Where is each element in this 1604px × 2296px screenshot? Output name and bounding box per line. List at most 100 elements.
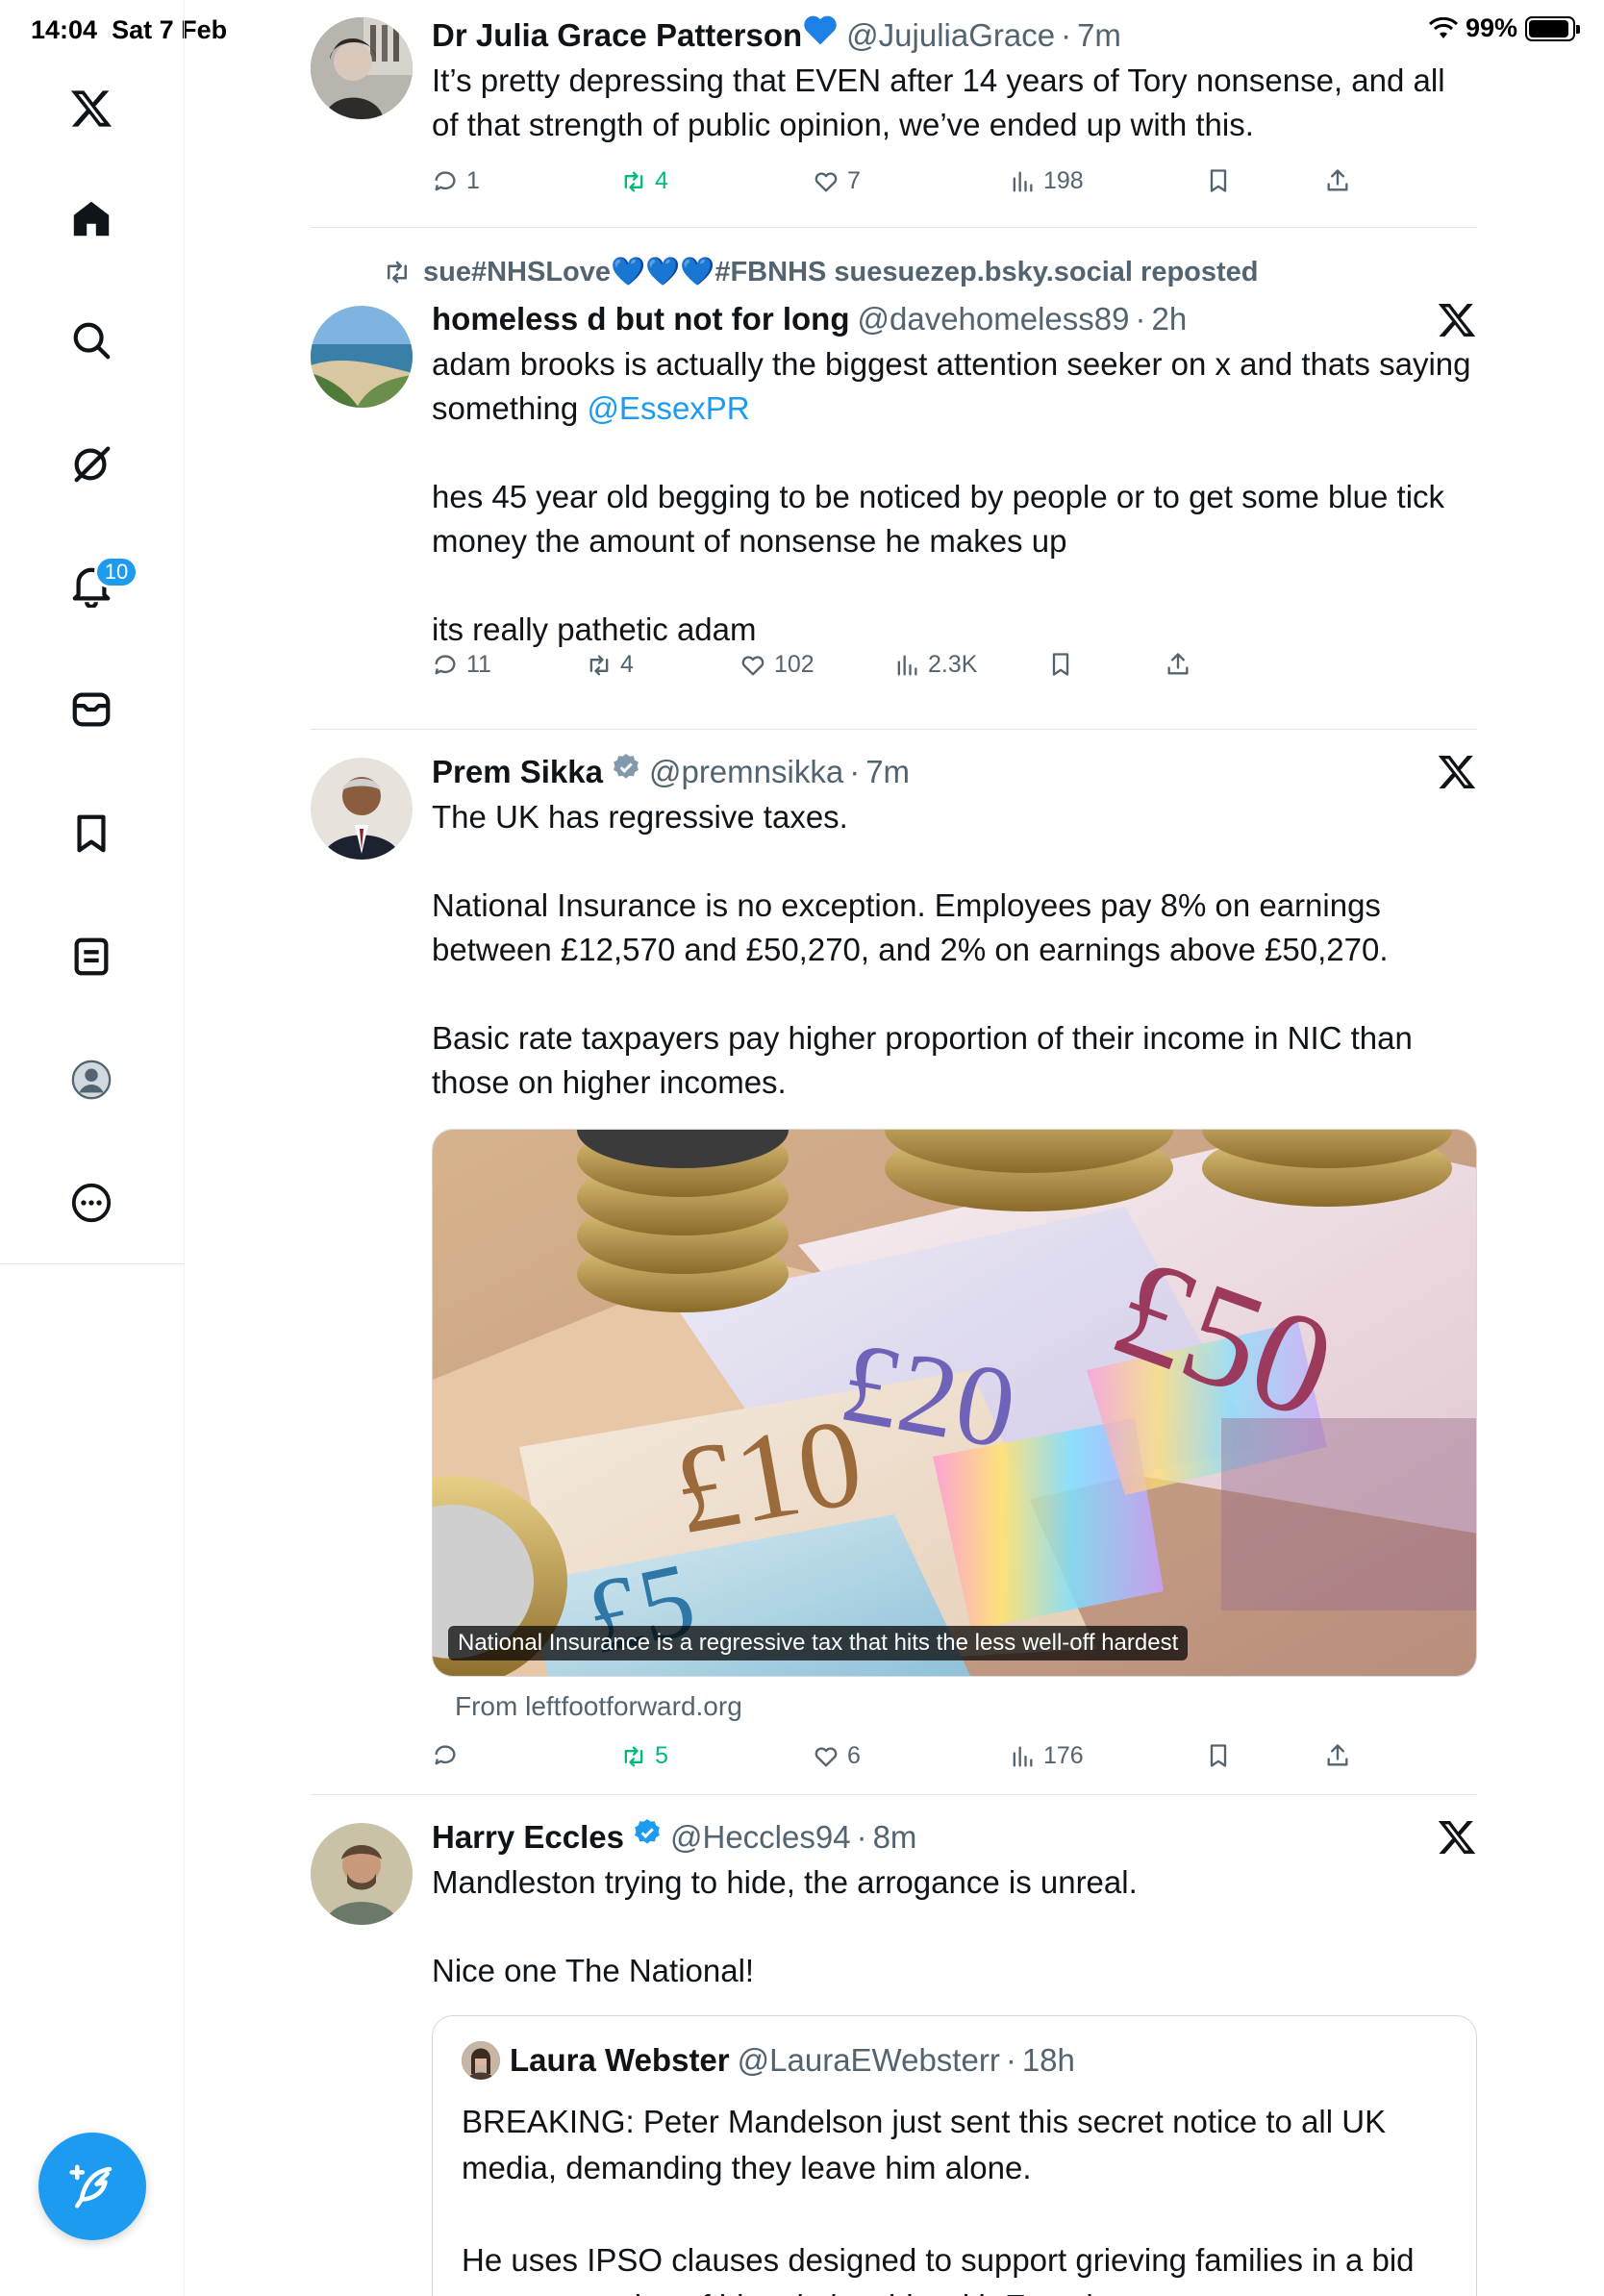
tweet-header: homeless d but not for long @davehomeles…: [432, 300, 1188, 338]
view-count: 176: [1043, 1742, 1084, 1769]
repost-icon: [589, 655, 609, 675]
reply-button[interactable]: 11: [432, 651, 491, 679]
share-button[interactable]: [1324, 167, 1351, 194]
more-icon[interactable]: [63, 1175, 119, 1231]
repost-icon: [624, 1746, 643, 1766]
repost-button[interactable]: 4: [620, 167, 668, 195]
tweet-divider: [311, 729, 1477, 730]
tweet-header: Dr Julia Grace Patterson @JujuliaGrace ·…: [432, 13, 1477, 55]
like-button[interactable]: 102: [739, 651, 815, 679]
repost-icon: [388, 261, 407, 284]
tweet-time[interactable]: 8m: [873, 1818, 917, 1857]
reply-button[interactable]: [432, 1742, 466, 1769]
like-count: 6: [847, 1742, 861, 1769]
repost-count: 5: [655, 1742, 668, 1769]
tweet-text: adam brooks is actually the biggest atte…: [432, 346, 1480, 647]
sidebar: 10: [0, 0, 185, 2296]
reply-icon: [435, 170, 456, 190]
image-caption: National Insurance is a regressive tax t…: [448, 1626, 1189, 1660]
battery-icon: [1525, 15, 1580, 41]
avatar[interactable]: [311, 306, 413, 408]
x-logo-icon[interactable]: [1437, 300, 1477, 340]
like-count: 7: [847, 167, 861, 194]
view-count: 198: [1043, 167, 1084, 194]
search-icon[interactable]: [63, 312, 119, 368]
share-button[interactable]: [1165, 651, 1191, 678]
lists-icon[interactable]: [63, 929, 119, 985]
author-name[interactable]: Harry Eccles: [432, 1818, 624, 1857]
tweet-time[interactable]: 7m: [865, 753, 910, 791]
tweet[interactable]: Dr Julia Grace Patterson @JujuliaGrace ·…: [311, 13, 1477, 225]
avatar[interactable]: [311, 17, 413, 119]
avatar[interactable]: [311, 1823, 413, 1925]
heart-icon: [741, 655, 764, 675]
home-icon[interactable]: [63, 191, 119, 247]
repost-context[interactable]: sue#NHSLove💙💙💙#FBNHS suesuezep.bsky.soci…: [383, 256, 1259, 288]
tweet[interactable]: sue#NHSLove💙💙💙#FBNHS suesuezep.bsky.soci…: [311, 252, 1477, 713]
repost-context-text: sue#NHSLove💙💙💙#FBNHS suesuezep.bsky.soci…: [423, 257, 1259, 287]
tweet-text: The UK has regressive taxes. National In…: [432, 799, 1413, 1100]
heart-icon: [815, 171, 838, 191]
bookmark-icon: [1210, 169, 1227, 192]
author-handle[interactable]: @Heccles94: [670, 1818, 851, 1857]
share-icon: [1327, 1744, 1348, 1766]
reply-count: 11: [466, 651, 491, 678]
x-logo-icon[interactable]: [63, 81, 119, 137]
avatar[interactable]: [311, 758, 413, 860]
bookmarks-icon[interactable]: [63, 806, 119, 861]
tweet-time[interactable]: 7m: [1077, 16, 1121, 55]
tweet-text: It’s pretty depressing that EVEN after 1…: [432, 62, 1454, 142]
reply-count: 1: [466, 167, 480, 194]
tweet-body: Harry Eccles @Heccles94 · 8m Mandleston …: [432, 1817, 1477, 1993]
heart-icon: [815, 1746, 838, 1766]
quoted-tweet-header: Laura Webster @LauraEWebsterr · 18h: [462, 2041, 1075, 2080]
tweet-body: Dr Julia Grace Patterson @JujuliaGrace ·…: [432, 13, 1477, 194]
mention-link[interactable]: @EssexPR: [587, 390, 749, 426]
tweet[interactable]: Harry Eccles @Heccles94 · 8m Mandleston …: [311, 1817, 1477, 2296]
sidebar-divider: [0, 1263, 185, 1264]
quoted-tweet[interactable]: Laura Webster @LauraEWebsterr · 18h BREA…: [432, 2015, 1477, 2296]
tweet[interactable]: Prem Sikka @premnsikka · 7m The UK has r…: [311, 752, 1477, 1771]
banknotes-image: £50 £20 £10 £5: [433, 1130, 1476, 1676]
verified-badge-icon: [614, 754, 639, 779]
compose-button[interactable]: [38, 2133, 146, 2240]
author-name[interactable]: Prem Sikka: [432, 753, 603, 791]
bookmark-button[interactable]: [1047, 651, 1074, 678]
quoted-tweet-time: 18h: [1021, 2042, 1075, 2078]
tweet-actions: 5 6 176: [432, 1742, 1348, 1781]
views-button[interactable]: 176: [1009, 1742, 1084, 1770]
quoted-tweet-text: BREAKING: Peter Mandelson just sent this…: [462, 2104, 1415, 2296]
tweet-body: homeless d but not for long @davehomeles…: [432, 300, 1480, 678]
link-source[interactable]: From leftfootforward.org: [455, 1691, 742, 1722]
author-handle[interactable]: @davehomeless89: [857, 300, 1129, 338]
views-button[interactable]: 198: [1009, 167, 1084, 195]
author-name[interactable]: homeless d but not for long: [432, 300, 849, 338]
profile-icon[interactable]: [63, 1052, 119, 1108]
share-icon: [1327, 169, 1348, 191]
reply-button[interactable]: 1: [432, 167, 480, 195]
views-icon: [897, 655, 917, 675]
verified-badge-icon: [635, 1819, 660, 1844]
x-logo-icon[interactable]: [1437, 1817, 1477, 1858]
x-logo-icon[interactable]: [1437, 752, 1477, 792]
repost-count: 4: [620, 651, 634, 678]
share-button[interactable]: [1324, 1742, 1351, 1769]
like-button[interactable]: 7: [813, 167, 861, 195]
tweet-time[interactable]: 2h: [1151, 300, 1187, 338]
views-button[interactable]: 2.3K: [893, 651, 977, 679]
author-handle[interactable]: @premnsikka: [649, 753, 843, 791]
tweet-actions: 11 4 102 2.3K: [432, 651, 1345, 689]
grok-icon[interactable]: [63, 436, 119, 491]
author-handle[interactable]: @JujuliaGrace: [846, 16, 1055, 55]
like-button[interactable]: 6: [813, 1742, 861, 1770]
repost-button[interactable]: 4: [586, 651, 634, 679]
bookmark-button[interactable]: [1205, 167, 1232, 194]
blue-heart-emoji-icon: [804, 15, 837, 45]
messages-icon[interactable]: [63, 682, 119, 737]
link-card-image[interactable]: £50 £20 £10 £5 National Insurance is a r…: [432, 1129, 1477, 1677]
tweet-header: Prem Sikka @premnsikka · 7m: [432, 753, 911, 791]
bookmark-button[interactable]: [1205, 1742, 1232, 1769]
author-name[interactable]: Dr Julia Grace Patterson: [432, 16, 802, 55]
quoted-author-handle: @LauraEWebsterr: [737, 2042, 1000, 2078]
repost-button[interactable]: 5: [620, 1742, 668, 1770]
